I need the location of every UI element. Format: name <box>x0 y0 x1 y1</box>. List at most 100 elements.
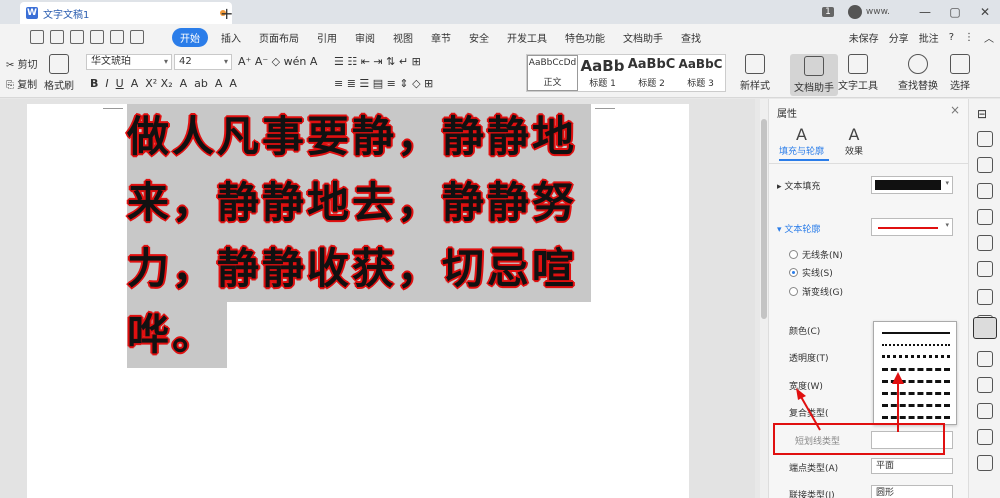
margin-mark <box>103 108 123 109</box>
chart-icon[interactable] <box>977 289 993 305</box>
format-painter-button[interactable]: 格式刷 <box>44 54 74 92</box>
dash-option-round-dot[interactable] <box>882 344 950 346</box>
text-outline-row[interactable]: ▾ 文本轮廓 <box>777 222 820 235</box>
unsaved-button[interactable]: 未保存 <box>849 30 879 45</box>
scrollbar-thumb[interactable] <box>761 119 767 319</box>
tab-references[interactable]: 引用 <box>317 30 337 45</box>
tab-fill-outline[interactable]: A 填充与轮廓 <box>779 125 824 157</box>
selected-text[interactable]: 做人凡事要静，静静地 来，静静地去，静静努 力，静静收获，切忌喧 哗。 <box>127 104 591 368</box>
style-heading-2[interactable]: AaBbC 标题 2 <box>627 55 676 91</box>
tab-layout[interactable]: 页面布局 <box>259 30 299 45</box>
radio-solid-line[interactable]: 实线(S) <box>789 266 833 279</box>
document-area[interactable]: 做人凡事要静，静静地 来，静静地去，静静努 力，静静收获，切忌喧 哗。 <box>0 99 755 498</box>
tab-features[interactable]: 特色功能 <box>565 30 605 45</box>
color-label: 颜色(C) <box>789 327 821 337</box>
dash-option-square-dot[interactable] <box>882 355 950 358</box>
shape-icon[interactable] <box>977 157 993 173</box>
document-tab[interactable]: W 文字文稿1 <box>20 2 232 24</box>
endcap-type-select[interactable]: 平面 <box>871 458 953 474</box>
select-icon[interactable] <box>977 131 993 147</box>
tab-security[interactable]: 安全 <box>469 30 489 45</box>
save-icon[interactable] <box>30 30 44 44</box>
arrow-icon[interactable] <box>977 235 993 251</box>
dash-option-dash-dot[interactable] <box>882 380 950 383</box>
tab-developer[interactable]: 开发工具 <box>507 30 547 45</box>
expand-icon[interactable]: ⊟ <box>977 107 993 123</box>
document-page[interactable]: 做人凡事要静，静静地 来，静静地去，静静努 力，静静收获，切忌喧 哗。 <box>27 104 689 498</box>
export-icon[interactable] <box>50 30 64 44</box>
text-line[interactable]: 来，静静地去，静静努 <box>127 170 591 236</box>
help-button[interactable]: ? <box>949 32 954 43</box>
document-scrollbar[interactable] <box>760 99 768 498</box>
image-gallery-icon[interactable] <box>977 455 993 471</box>
font-name-select[interactable]: 华文琥珀 ▾ <box>86 54 172 70</box>
close-icon[interactable]: × <box>950 103 960 117</box>
text-tools-button[interactable]: 文字工具 <box>838 54 878 92</box>
collapse-ribbon-icon[interactable]: ︿ <box>984 30 994 45</box>
layers-icon[interactable] <box>977 261 993 277</box>
dash-option-long-dash[interactable] <box>882 392 950 395</box>
select-button[interactable]: 选择 <box>950 54 970 92</box>
copy-icon[interactable] <box>977 351 993 367</box>
compound-type-label: 复合类型( <box>789 409 829 419</box>
text-fill-row[interactable]: ▸ 文本填充 <box>777 179 820 192</box>
doc-helper-label: 文档助手 <box>794 83 834 94</box>
tab-doc-helper[interactable]: 文档助手 <box>623 30 663 45</box>
font-size-tools[interactable]: A⁺ A⁻ ◇ wén A <box>238 55 317 68</box>
join-type-select[interactable]: 圆形 <box>871 485 953 498</box>
copy-button[interactable]: ⎘ 复制 <box>6 76 37 91</box>
comment-button[interactable]: 批注 <box>919 30 939 45</box>
tab-review[interactable]: 审阅 <box>355 30 375 45</box>
undo-icon[interactable] <box>110 30 124 44</box>
text-fill-color-select[interactable]: ▾ <box>871 176 953 194</box>
user-name[interactable]: www. <box>866 7 890 17</box>
tab-insert[interactable]: 插入 <box>221 30 241 45</box>
maximize-button[interactable]: ▢ <box>940 5 970 19</box>
cut-button[interactable]: ✂ 剪切 <box>6 56 38 71</box>
tab-section[interactable]: 章节 <box>431 30 451 45</box>
link-icon[interactable] <box>977 403 993 419</box>
window-count-badge[interactable]: 1 <box>822 7 834 17</box>
font-size-select[interactable]: 42 ▾ <box>174 54 232 70</box>
close-button[interactable]: ✕ <box>970 5 1000 19</box>
find-replace-button[interactable]: 查找替换 <box>898 54 938 92</box>
style-heading-1[interactable]: AaBb 标题 1 <box>578 55 627 91</box>
dash-option-long-dash-dot[interactable] <box>882 404 950 407</box>
chevron-down-icon: ▾ <box>945 221 949 229</box>
redo-icon[interactable] <box>130 30 144 44</box>
tab-search[interactable]: 查找 <box>681 30 701 45</box>
minimize-button[interactable]: — <box>910 5 940 19</box>
align-tools[interactable]: ≡ ≣ ☰ ▤ ≡ ⇕ ◇ ⊞ <box>334 77 433 90</box>
grid-icon[interactable] <box>977 429 993 445</box>
radio-no-line[interactable]: 无线条(N) <box>789 248 843 261</box>
preview-icon[interactable] <box>90 30 104 44</box>
style-normal[interactable]: AaBbCcDd 正文 <box>527 55 578 91</box>
new-tab-button[interactable]: + <box>220 4 233 23</box>
dash-option-long-dash-dot-dot[interactable] <box>882 416 950 419</box>
new-style-button[interactable]: 新样式 <box>740 54 770 92</box>
text-line[interactable]: 哗。 <box>127 302 227 368</box>
edit-icon[interactable] <box>977 377 993 393</box>
doc-helper-button[interactable]: 文档助手 <box>790 54 838 96</box>
properties-icon[interactable] <box>973 317 997 339</box>
font-format-tools[interactable]: B I U A X² X₂ A ab A A <box>90 77 237 90</box>
style-heading-3[interactable]: AaBbC 标题 3 <box>676 55 725 91</box>
text-outline-color-select[interactable]: ▾ <box>871 218 953 236</box>
dash-option-dash[interactable] <box>882 368 950 371</box>
print-icon[interactable] <box>70 30 84 44</box>
location-icon[interactable] <box>977 183 993 199</box>
text-line[interactable]: 做人凡事要静，静静地 <box>127 104 591 170</box>
width-label: 宽度(W) <box>789 382 823 392</box>
tab-home[interactable]: 开始 <box>172 27 208 47</box>
dash-option-solid[interactable] <box>882 332 950 334</box>
list-tools[interactable]: ☰ ☷ ⇤ ⇥ ⇅ ↵ ⊞ <box>334 55 421 68</box>
share-button[interactable]: 分享 <box>889 30 909 45</box>
more-icon[interactable]: ⋮ <box>964 32 974 43</box>
avatar[interactable] <box>847 5 862 19</box>
tab-effect[interactable]: A 效果 <box>845 125 863 157</box>
image-icon[interactable] <box>977 209 993 225</box>
radio-gradient-line[interactable]: 渐变线(G) <box>789 285 843 298</box>
annotation-highlight-box <box>773 423 945 455</box>
tab-view[interactable]: 视图 <box>393 30 413 45</box>
text-line[interactable]: 力，静静收获，切忌喧 <box>127 236 591 302</box>
